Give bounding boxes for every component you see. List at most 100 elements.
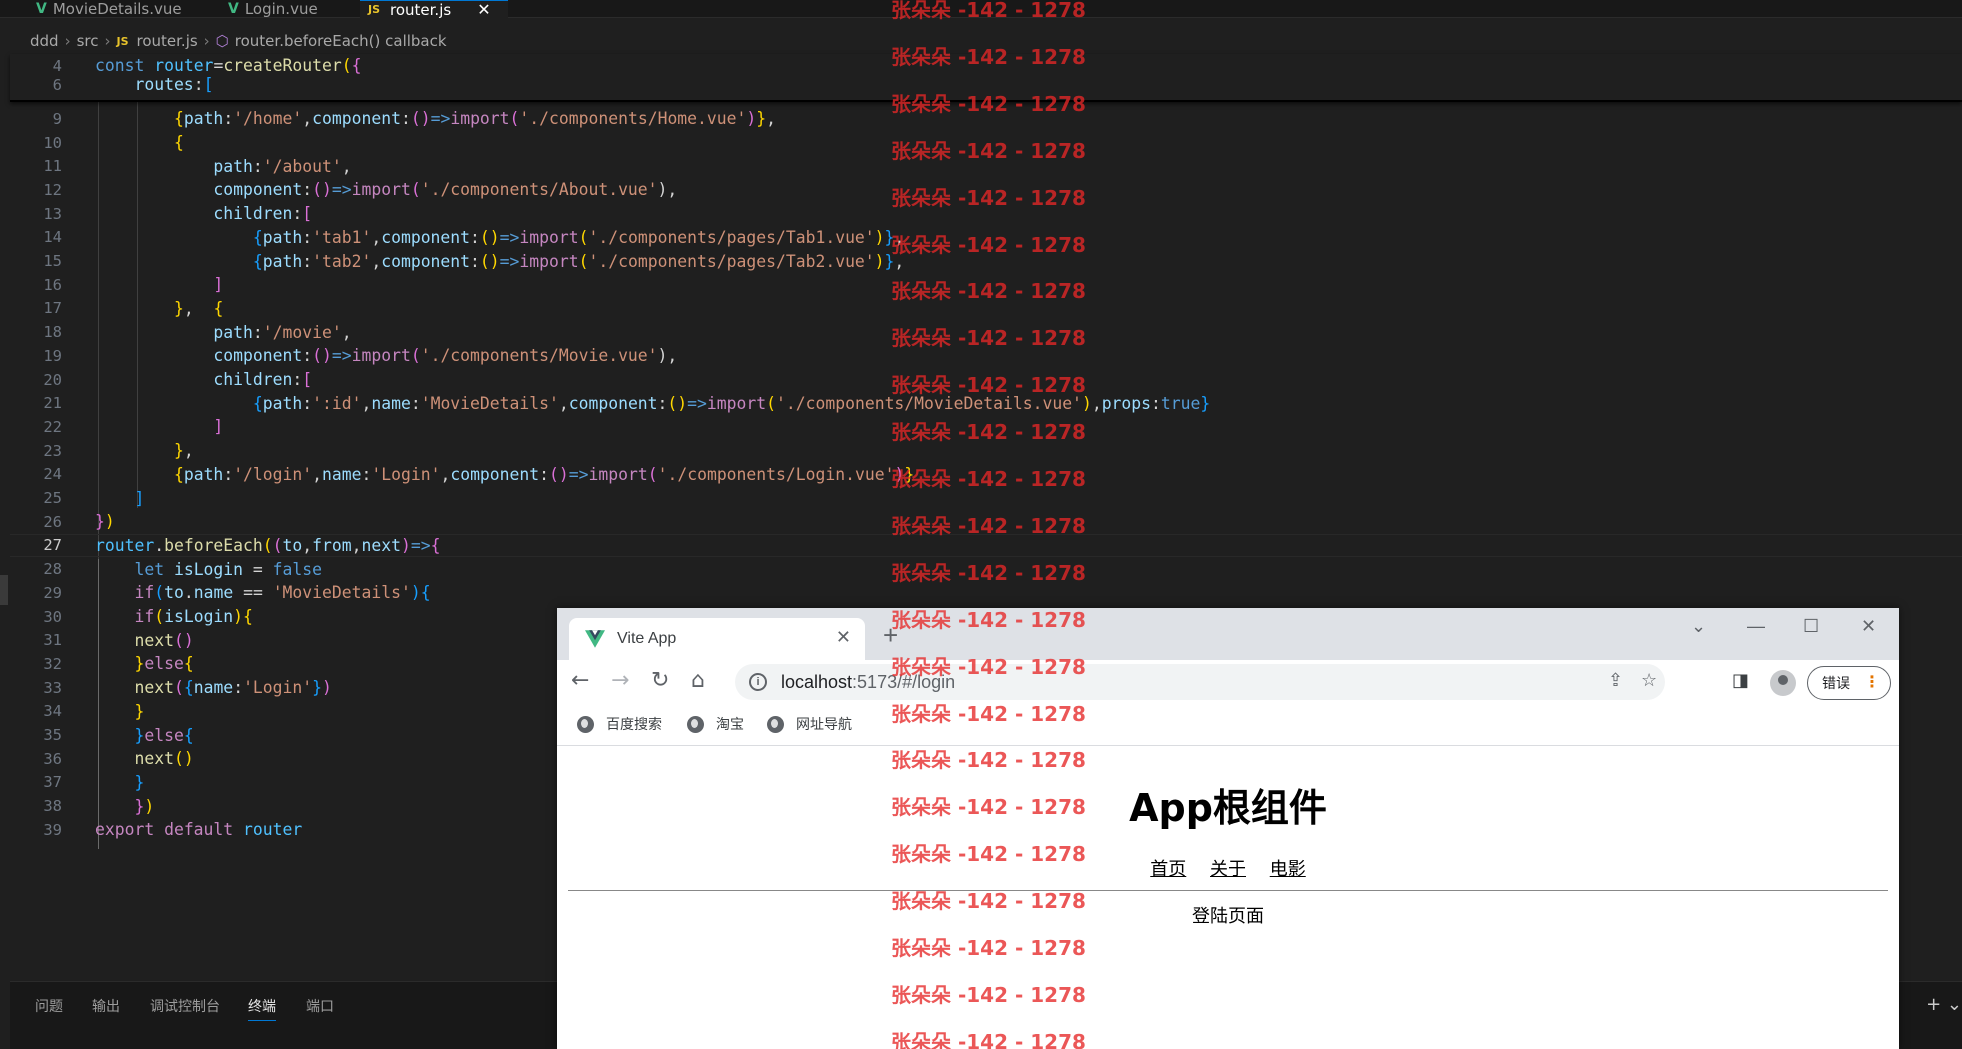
code-token: : [302, 393, 313, 413]
profile-avatar[interactable] [1770, 670, 1796, 696]
code-token: => [331, 180, 352, 200]
code-text: next({name:'Login'}) [95, 678, 331, 698]
tab-router-js[interactable]: JS router.js ✕ [360, 0, 508, 19]
tab-problems[interactable]: 问题 [35, 996, 63, 1016]
code-line[interactable]: 21 {path:':id',name:'MovieDetails',compo… [10, 391, 1962, 415]
code-token: : [292, 204, 303, 224]
code-token: : [233, 678, 244, 698]
code-text: router.beforeEach((to,from,next)=>{ [95, 536, 441, 555]
share-icon[interactable]: ⇪ [1608, 670, 1623, 691]
tab-output[interactable]: 输出 [92, 996, 120, 1016]
code-line[interactable]: 13 children:[ [10, 202, 1962, 226]
breadcrumb-item[interactable]: router.js [137, 32, 198, 50]
code-line[interactable]: 25 ] [10, 486, 1962, 510]
code-line[interactable]: 18 path:'/movie', [10, 320, 1962, 344]
nav-link-about[interactable]: 关于 [1210, 859, 1246, 880]
close-tab-icon[interactable]: ✕ [836, 627, 851, 648]
code-token: children [95, 370, 293, 390]
code-text: children:[ [95, 370, 312, 389]
code-text: {path:'/login',name:'Login',component:()… [95, 465, 914, 484]
bookmark-item[interactable]: 网址导航 [767, 714, 852, 734]
code-token: import [351, 180, 411, 200]
code-token: => [410, 535, 431, 555]
reload-icon[interactable]: ↻ [651, 668, 669, 693]
new-terminal-icon[interactable]: + ⌄ [1926, 994, 1962, 1015]
tab-debug-console[interactable]: 调试控制台 [150, 996, 220, 1016]
tab-ports[interactable]: 端口 [306, 996, 334, 1016]
bookmark-item[interactable]: 淘宝 [687, 714, 744, 734]
code-token: ), [657, 346, 678, 366]
page-content: App根组件 首页 关于 电影 登陆页面 [557, 747, 1899, 1049]
chevron-right-icon: › [104, 32, 111, 50]
code-line[interactable]: 10 { [10, 131, 1962, 155]
site-info-icon[interactable]: i [749, 673, 767, 691]
code-token: : [252, 156, 263, 176]
code-token: : [410, 393, 421, 413]
bookmark-item[interactable]: 百度搜索 [577, 714, 662, 734]
line-number: 11 [43, 157, 62, 176]
new-tab-icon[interactable]: + [883, 620, 898, 651]
code-line[interactable]: 19 component:()=>import('./components/Mo… [10, 344, 1962, 368]
code-token: () [410, 109, 431, 129]
minimize-icon[interactable]: — [1747, 616, 1765, 637]
side-panel-icon[interactable]: ◨ [1732, 670, 1749, 691]
tab-moviedetails-vue[interactable]: V MovieDetails.vue [28, 0, 190, 18]
code-line[interactable]: 29 if(to.name == 'MovieDetails'){ [10, 581, 1962, 605]
browser-tab[interactable]: Vite App ✕ [569, 618, 865, 660]
code-line[interactable]: 12 component:()=>import('./components/Ab… [10, 178, 1962, 202]
nav-link-home[interactable]: 首页 [1150, 859, 1186, 880]
more-menu-icon[interactable]: ⋮ [1864, 672, 1880, 691]
code-line[interactable]: 9 {path:'/home',component:()=>import('./… [10, 107, 1962, 131]
code-token: } [884, 251, 895, 271]
code-line[interactable]: 14 {path:'tab1',component:()=>import('./… [10, 226, 1962, 250]
tab-terminal[interactable]: 终端 [248, 996, 276, 1021]
back-icon[interactable]: ← [571, 668, 589, 693]
error-button[interactable]: 错误 ⋮ [1807, 666, 1891, 700]
code-line[interactable]: 17 }, { [10, 297, 1962, 321]
code-line[interactable]: 24 {path:'/login',name:'Login',component… [10, 463, 1962, 487]
code-token: , [558, 393, 569, 413]
code-line[interactable]: 11 path:'/about', [10, 154, 1962, 178]
breadcrumb-item[interactable]: router.beforeEach() callback [235, 32, 447, 50]
tab-login-vue[interactable]: V Login.vue [220, 0, 326, 18]
code-line[interactable]: 23 }, [10, 439, 1962, 463]
line-number: 23 [43, 441, 62, 460]
code-line[interactable]: 26}) [10, 510, 1962, 534]
code-token: props [1101, 393, 1152, 413]
breadcrumb-item[interactable]: src [77, 32, 99, 50]
code-token: default [164, 820, 244, 840]
code-line[interactable]: 22 ] [10, 415, 1962, 439]
code-line[interactable]: 6 routes:[ [10, 73, 1962, 97]
bookmark-star-icon[interactable]: ☆ [1641, 670, 1657, 691]
code-token: () [312, 346, 332, 366]
tab-search-icon[interactable]: ⌄ [1691, 616, 1706, 637]
code-line[interactable]: 20 children:[ [10, 368, 1962, 392]
nav-link-movie[interactable]: 电影 [1270, 859, 1306, 880]
close-icon[interactable]: ✕ [477, 0, 490, 19]
code-text: children:[ [95, 204, 312, 223]
code-token: } [134, 772, 145, 792]
code-line[interactable]: 16 ] [10, 273, 1962, 297]
code-token: : [470, 227, 480, 247]
breadcrumb-item[interactable]: ddd [30, 32, 59, 50]
bookmark-label: 网址导航 [796, 717, 852, 733]
code-text: component:()=>import('./components/About… [95, 180, 677, 199]
home-icon[interactable]: ⌂ [691, 668, 705, 693]
editor-tab-bar: V MovieDetails.vue V Login.vue JS router… [0, 0, 1962, 19]
maximize-icon[interactable]: ☐ [1803, 616, 1819, 637]
forward-icon[interactable]: → [611, 668, 629, 693]
close-window-icon[interactable]: ✕ [1861, 616, 1876, 637]
line-number: 16 [43, 275, 62, 294]
code-token: let [95, 559, 174, 579]
code-line[interactable]: 27 router.beforeEach((to,from,next)=>{ [10, 533, 1962, 558]
code-token: , [371, 227, 382, 247]
vue-logo-icon [585, 630, 605, 648]
code-text: }) [95, 512, 115, 531]
code-line[interactable]: 15 {path:'tab2',component:()=>import('./… [10, 249, 1962, 273]
code-token: , [351, 535, 362, 555]
code-line[interactable]: 28 let isLogin = false [10, 557, 1962, 581]
code-token: , [371, 251, 382, 271]
address-bar[interactable]: i localhost:5173/#/login ⇪ ☆ [735, 664, 1665, 700]
code-token: './components/Home.vue' [519, 109, 747, 129]
